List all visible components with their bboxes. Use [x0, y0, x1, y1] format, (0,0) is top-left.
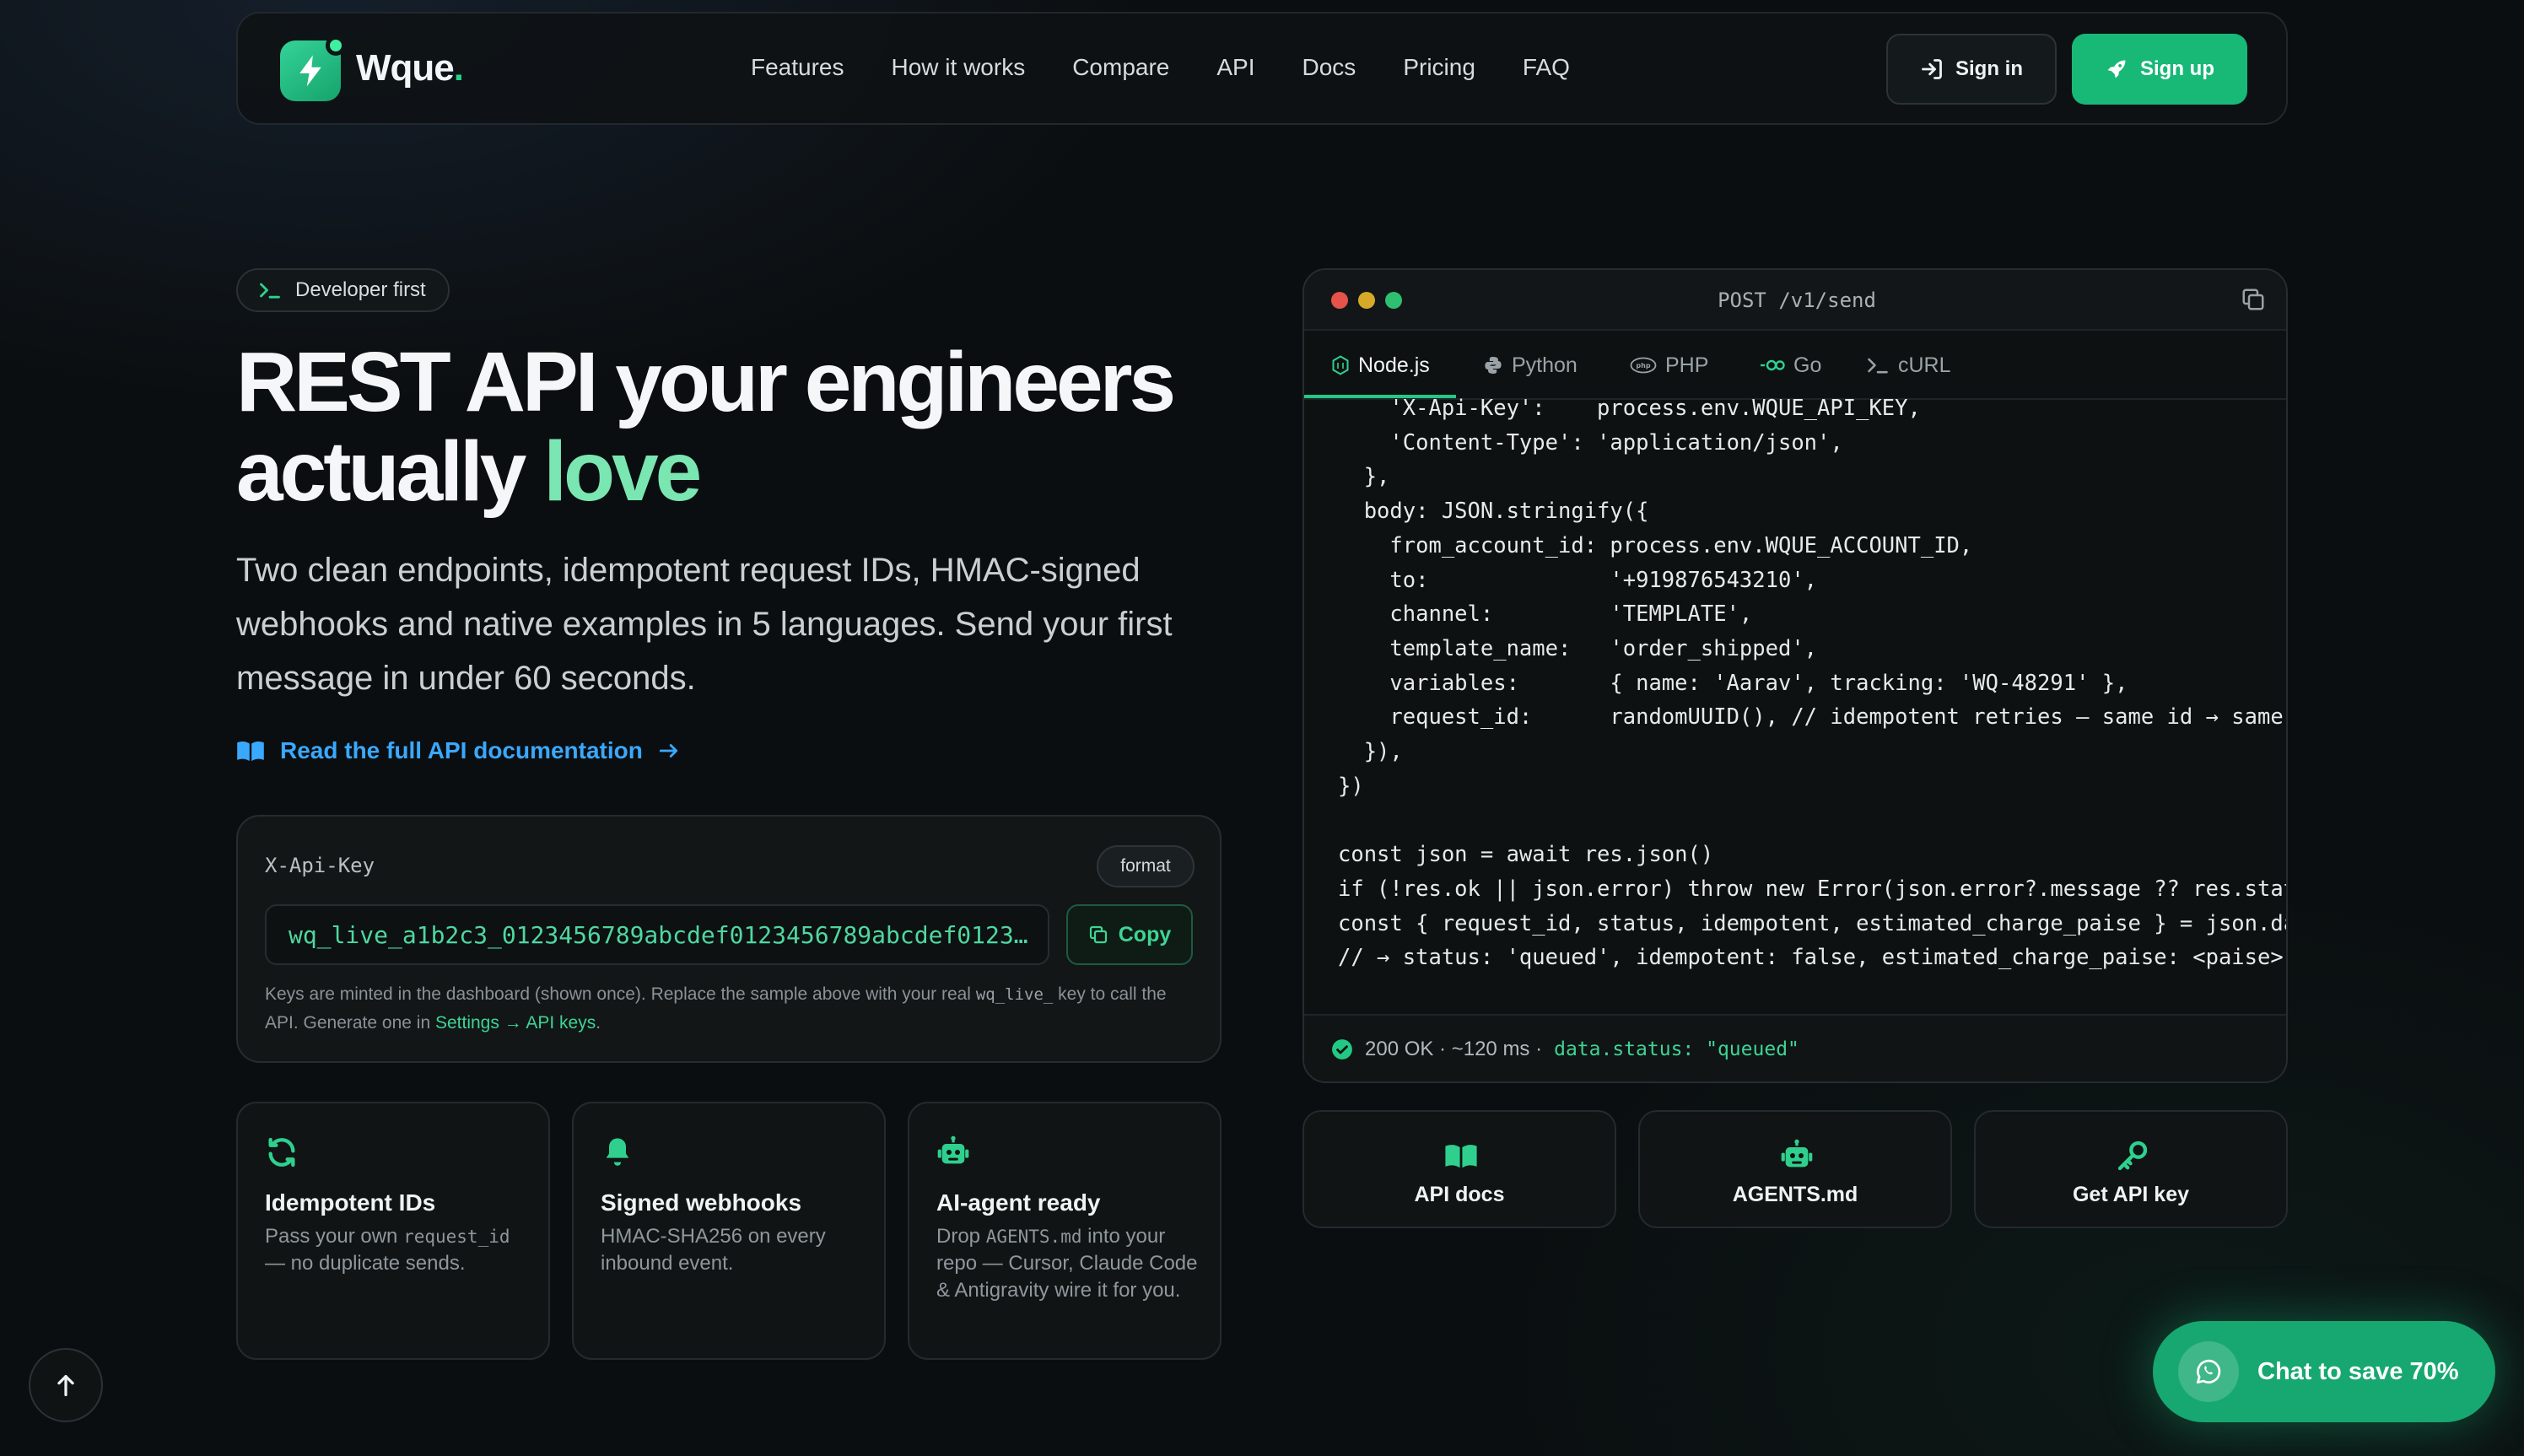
- api-docs-link-label: Read the full API documentation: [280, 737, 643, 763]
- quick-link-label: API docs: [1414, 1183, 1505, 1206]
- nav-link-faq[interactable]: FAQ: [1523, 54, 1570, 81]
- nodejs-icon: [1332, 355, 1349, 375]
- tab-nodejs[interactable]: Node.js: [1331, 331, 1430, 400]
- quick-link-label: AGENTS.md: [1732, 1183, 1858, 1206]
- feature-desc: Drop AGENTS.md into your repo — Cursor, …: [936, 1225, 1198, 1302]
- sign-in-button[interactable]: Sign in: [1886, 34, 2057, 105]
- bell-icon: [606, 1138, 629, 1166]
- language-tabs: Node.js Python php PHP Go cURL: [1304, 331, 2286, 400]
- feature-card-ai-agent: AI-agent ready Drop AGENTS.md into your …: [908, 1102, 1222, 1360]
- book-icon: [237, 741, 264, 762]
- sign-up-label: Sign up: [2140, 57, 2214, 80]
- response-status-bar: 200 OK · ~120 ms · data.status: "queued": [1304, 1014, 2286, 1081]
- python-icon: [1485, 357, 1502, 374]
- endpoint-title: POST /v1/send: [1718, 289, 1876, 312]
- refresh-icon: [268, 1137, 295, 1167]
- whatsapp-icon: [2196, 1359, 2221, 1384]
- copy-key-button[interactable]: Copy: [1066, 904, 1193, 965]
- response-status: 200 OK · ~120 ms · data.status: "queued": [1331, 1038, 1799, 1061]
- api-key-card: X-Api-Key format wq_live_a1b2c3_01234567…: [236, 815, 1222, 1063]
- go-icon: [1761, 359, 1785, 371]
- nav-link-features[interactable]: Features: [751, 54, 844, 81]
- copy-icon[interactable]: [2241, 287, 2266, 312]
- feature-title: AI-agent ready: [936, 1189, 1101, 1216]
- api-docs-link[interactable]: Read the full API documentation: [236, 737, 680, 764]
- tab-python[interactable]: Python: [1483, 331, 1578, 400]
- hero-title-line1: REST API your engineers: [236, 335, 1176, 429]
- nav-link-compare[interactable]: Compare: [1072, 54, 1169, 81]
- copy-label: Copy: [1118, 922, 1172, 946]
- badge-label: Developer first: [295, 278, 426, 301]
- svg-text:php: php: [1636, 362, 1650, 369]
- arrow-up-icon: [57, 1375, 74, 1397]
- feature-desc: Pass your own request_id — no duplicate …: [265, 1225, 510, 1275]
- api-key-label: X-Api-Key: [265, 854, 375, 877]
- book-icon: [1445, 1145, 1477, 1168]
- chat-whatsapp-button[interactable]: Chat to save 70%: [2153, 1321, 2495, 1422]
- feature-title: Idempotent IDs: [265, 1189, 436, 1216]
- quick-link-api-docs[interactable]: API docs: [1302, 1110, 1616, 1228]
- code-text: 'X-Api-Key': process.env.WQUE_API_KEY, '…: [1338, 396, 2286, 971]
- nav-links: Features How it works Compare API Docs P…: [751, 54, 1570, 81]
- tab-go[interactable]: Go: [1760, 331, 1821, 400]
- key-icon: [2117, 1141, 2148, 1171]
- feature-card-webhooks: Signed webhooks HMAC-SHA256 on every inb…: [572, 1102, 886, 1360]
- nav-link-api[interactable]: API: [1216, 54, 1254, 81]
- login-icon: [1922, 59, 1942, 79]
- developer-first-badge: Developer first: [236, 268, 450, 312]
- status-code: data.status: "queued": [1554, 1038, 1799, 1060]
- scroll-to-top-button[interactable]: [29, 1348, 103, 1422]
- quick-link-get-api-key[interactable]: Get API key: [1974, 1110, 2288, 1228]
- feature-card-idempotent: Idempotent IDs Pass your own request_id …: [236, 1102, 550, 1360]
- terminal-icon: [1868, 358, 1888, 374]
- arrow-right-icon: [659, 744, 677, 758]
- status-text: 200 OK · ~120 ms ·: [1365, 1038, 1543, 1060]
- quick-link-agents-md[interactable]: AGENTS.md: [1638, 1110, 1952, 1228]
- feature-desc: HMAC-SHA256 on every inbound event.: [601, 1225, 826, 1275]
- nav-link-how-it-works[interactable]: How it works: [892, 54, 1026, 81]
- tab-curl[interactable]: cURL: [1866, 331, 1951, 400]
- api-key-note: Keys are minted in the dashboard (shown …: [265, 984, 1167, 1033]
- hero-subtitle: Two clean endpoints, idempotent request …: [236, 552, 1173, 697]
- window-title-bar: POST /v1/send: [1304, 270, 2286, 331]
- logo-status-dot: [326, 35, 346, 56]
- nav-link-pricing[interactable]: Pricing: [1403, 54, 1475, 81]
- bolt-icon: [299, 55, 321, 87]
- code-example-window: POST /v1/send Node.js Python php PHP Go …: [1302, 268, 2288, 1083]
- sign-up-button[interactable]: Sign up: [2072, 34, 2247, 105]
- rocket-icon: [2107, 60, 2126, 78]
- code-block: 'X-Api-Key': process.env.WQUE_API_KEY, '…: [1338, 396, 2286, 975]
- terminal-icon: [260, 283, 280, 299]
- settings-api-keys-link[interactable]: Settings → API keys: [435, 1013, 596, 1033]
- quick-link-label: Get API key: [2072, 1183, 2190, 1206]
- copy-icon: [1089, 925, 1107, 944]
- hero-title: REST API your engineers actually love: [236, 337, 1249, 516]
- feature-title: Signed webhooks: [601, 1189, 802, 1216]
- format-button[interactable]: format: [1097, 845, 1195, 887]
- nav-link-docs[interactable]: Docs: [1302, 54, 1356, 81]
- check-circle-icon: [1332, 1039, 1352, 1060]
- php-icon: php: [1630, 357, 1657, 374]
- tab-php[interactable]: php PHP: [1630, 331, 1708, 400]
- robot-icon: [937, 1135, 969, 1164]
- hero-title-line2: actually love: [236, 424, 702, 519]
- api-key-field[interactable]: wq_live_a1b2c3_0123456789abcdef012345678…: [265, 904, 1049, 965]
- sign-in-label: Sign in: [1955, 57, 2023, 80]
- robot-icon: [1781, 1139, 1813, 1167]
- chat-button-label: Chat to save 70%: [2257, 1357, 2459, 1385]
- brand-name[interactable]: Wque.: [356, 47, 464, 89]
- chat-icon-wrap: [2178, 1341, 2239, 1402]
- top-nav: Wque. Features How it works Compare API …: [236, 12, 2288, 125]
